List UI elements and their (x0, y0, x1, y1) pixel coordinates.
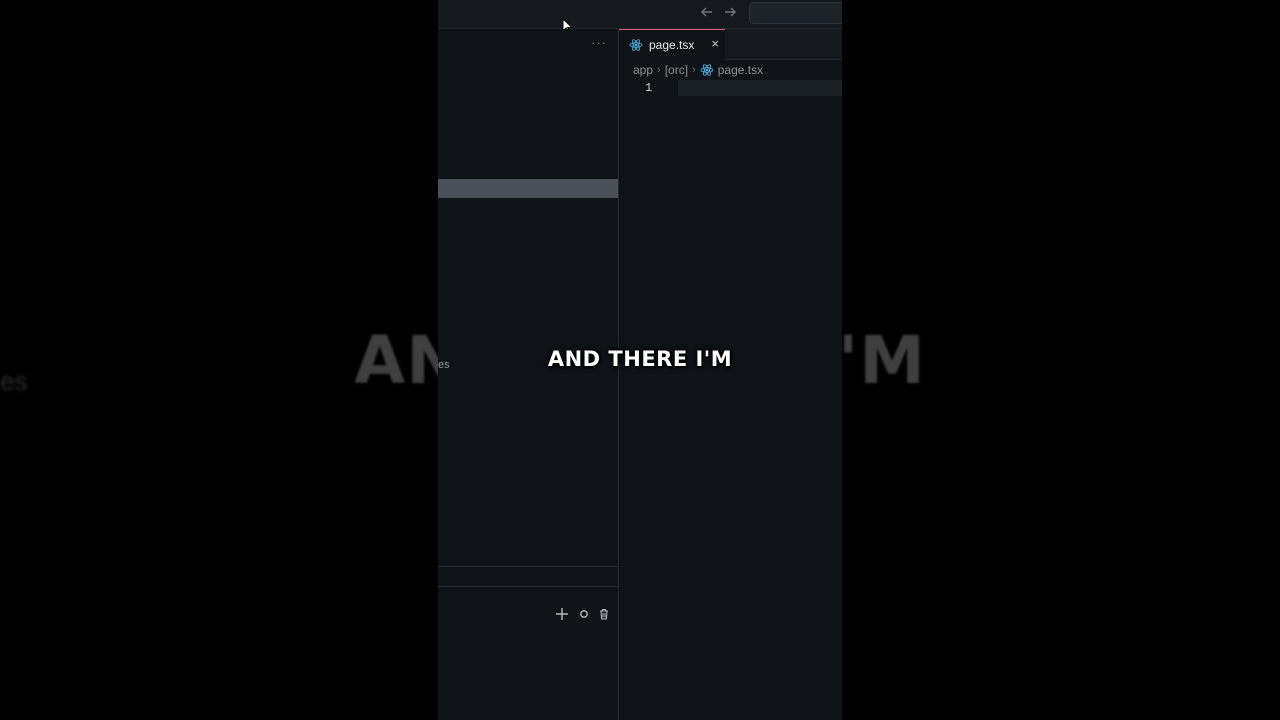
react-icon (629, 38, 643, 52)
close-icon[interactable]: × (711, 37, 719, 51)
trash-icon[interactable] (596, 607, 612, 623)
panel-header (438, 606, 618, 626)
back-arrow-icon[interactable] (699, 5, 715, 21)
react-icon (700, 63, 714, 77)
add-icon[interactable] (554, 607, 570, 623)
panel-divider (438, 586, 618, 587)
tab-page-tsx[interactable]: page.tsx × (619, 29, 725, 60)
current-line-highlight[interactable] (678, 80, 842, 96)
title-bar (438, 0, 842, 34)
chevron-right-icon: › (692, 64, 696, 76)
panel-divider (438, 566, 618, 567)
forward-arrow-icon[interactable] (722, 5, 738, 21)
line-number: 1 (645, 81, 653, 95)
video-caption: AND THERE I'M (547, 347, 733, 371)
tab-bar: page.tsx × (619, 29, 842, 60)
breadcrumb-item-file[interactable]: page.tsx (718, 63, 763, 77)
sidebar-more-actions-icon[interactable]: ··· (591, 35, 607, 50)
breadcrumb-item-app[interactable]: app (633, 63, 653, 77)
chevron-right-icon: › (657, 64, 661, 76)
code-line[interactable]: 1 (619, 80, 842, 96)
circle-icon[interactable] (576, 607, 592, 623)
breadcrumb: app › [orc] › page.tsx (633, 62, 763, 78)
editor-area: page.tsx × app › [orc] › page.tsx 1 (619, 29, 842, 720)
command-center-search[interactable] (749, 2, 842, 24)
breadcrumb-item-folder[interactable]: [orc] (665, 63, 688, 77)
tab-label: page.tsx (649, 38, 695, 52)
sidebar: ··· es (438, 29, 619, 720)
sidebar-selected-row[interactable] (438, 179, 618, 198)
